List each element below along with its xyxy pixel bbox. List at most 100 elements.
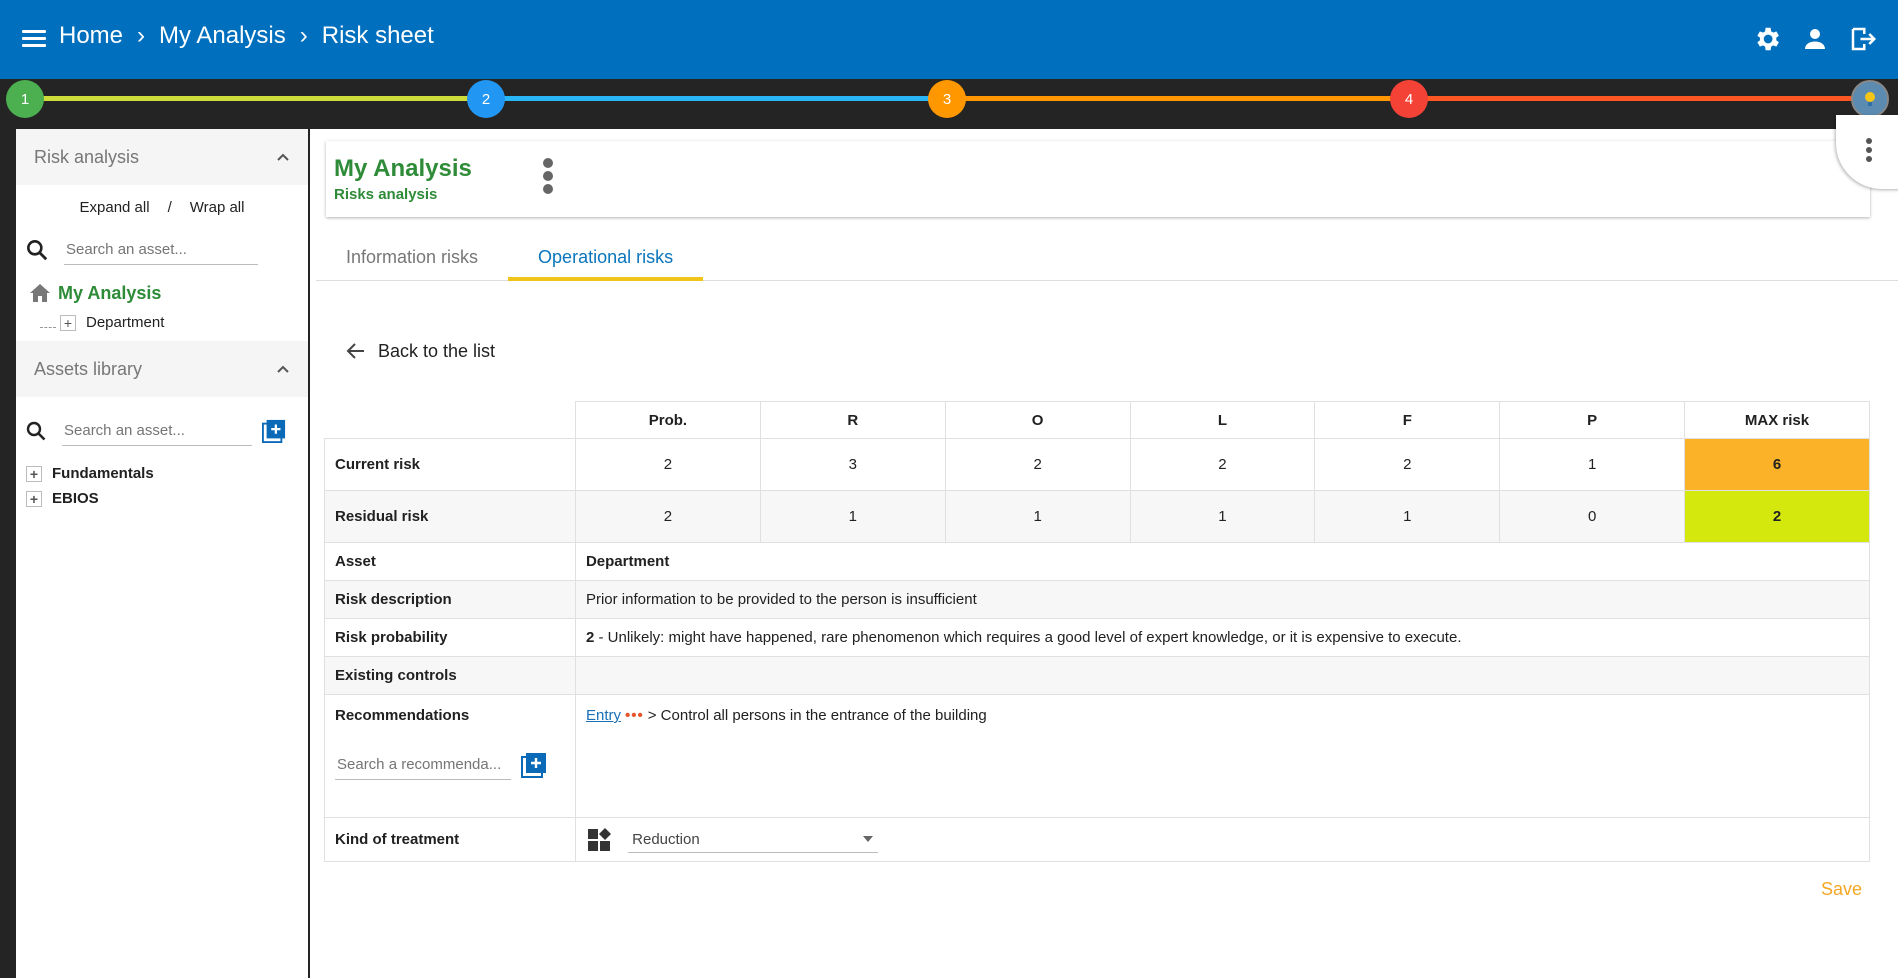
residual-o: 1 [944, 490, 1131, 543]
breadcrumb: Home › My Analysis › Risk sheet [59, 22, 434, 50]
kind-of-treatment-value: Reduction [574, 817, 1871, 862]
analysis-subtitle: Risks analysis [334, 186, 438, 203]
tab-operational-risks[interactable]: Operational risks [508, 225, 704, 281]
stepper-segment-3 [946, 96, 1408, 101]
treatment-selected-value: Reduction [632, 830, 700, 848]
treatment-select[interactable]: Reduction [628, 827, 879, 853]
step-1[interactable]: 1 [6, 80, 44, 118]
deliverable-step-icon[interactable] [1851, 80, 1889, 118]
gear-icon[interactable] [1752, 24, 1782, 54]
chevron-up-icon[interactable] [276, 150, 290, 164]
row-label: Current risk [324, 438, 576, 491]
header-r: R [759, 401, 946, 439]
recommendations-row: Recommendations Entry•••> Control all pe… [324, 694, 1871, 818]
library-search-input[interactable] [62, 416, 252, 446]
header-prob: Prob. [574, 401, 761, 439]
library-item-label: Fundamentals [52, 465, 154, 482]
top-app-bar: Home › My Analysis › Risk sheet [0, 0, 1898, 79]
header-p: P [1499, 401, 1686, 439]
risk-probability-value: 2 - Unlikely: might have happened, rare … [574, 618, 1871, 657]
more-horiz-icon[interactable]: ••• [625, 707, 644, 724]
risk-analysis-title: Risk analysis [34, 146, 140, 167]
stepper-segment-4 [1408, 96, 1870, 101]
breadcrumb-home[interactable]: Home [59, 22, 123, 50]
risk-tabs: Information risks Operational risks [316, 225, 1898, 281]
asset-search-input[interactable] [64, 235, 258, 265]
current-f: 2 [1314, 438, 1501, 491]
expand-plus-icon[interactable]: + [26, 490, 42, 507]
current-o: 2 [944, 438, 1131, 491]
residual-f: 1 [1314, 490, 1501, 543]
breadcrumb-my-analysis[interactable]: My Analysis [159, 22, 286, 50]
recommendations-value: Entry ••• > Control all persons in the ent… [574, 694, 1871, 818]
step-4[interactable]: 4 [1390, 80, 1428, 118]
asset-value: Department [574, 542, 1871, 581]
existing-controls-value[interactable] [574, 656, 1871, 695]
library-item-label: EBIOS [52, 490, 99, 507]
header-f: F [1314, 401, 1501, 439]
risk-probability-row: Risk probability 2 - Unlikely: might hav… [324, 618, 1871, 657]
asset-label: Asset [324, 542, 576, 581]
tab-information-risks[interactable]: Information risks [316, 225, 508, 281]
step-3[interactable]: 3 [928, 80, 966, 118]
save-button[interactable]: Save [1821, 879, 1862, 900]
chevron-up-icon[interactable] [276, 362, 290, 376]
existing-controls-row: Existing controls [324, 656, 1871, 695]
risk-description-value: Prior information to be provided to the … [574, 580, 1871, 619]
wrap-all-link[interactable]: Wrap all [190, 199, 245, 216]
risk-sheet-table: Prob. R O L F P MAX risk Current risk 2 … [324, 401, 1871, 862]
residual-risk-row: Residual risk 2 1 1 1 1 0 2 [324, 490, 1870, 543]
home-icon [30, 284, 50, 302]
step-2[interactable]: 2 [467, 80, 505, 118]
back-to-list-link[interactable]: Back to the list [344, 339, 495, 363]
kind-of-treatment-label: Kind of treatment [324, 817, 576, 862]
user-icon[interactable] [1800, 24, 1830, 54]
risk-probability-label: Risk probability [324, 618, 576, 657]
recommendation-search-input[interactable] [335, 750, 511, 780]
assets-library-title: Assets library [34, 358, 143, 379]
logout-icon[interactable] [1848, 24, 1878, 54]
current-prob: 2 [574, 438, 761, 491]
expand-all-link[interactable]: Expand all [80, 199, 150, 216]
residual-l: 1 [1129, 490, 1316, 543]
residual-r: 1 [759, 490, 946, 543]
sidebar: Risk analysis Expand all / Wrap all My A… [16, 129, 308, 978]
stepper-segment-1 [24, 96, 486, 101]
back-label: Back to the list [378, 340, 496, 361]
library-item-ebios[interactable]: + EBIOS [16, 486, 308, 511]
current-r: 3 [759, 438, 946, 491]
current-max-risk: 6 [1684, 438, 1870, 491]
residual-prob: 2 [574, 490, 761, 543]
search-icon [26, 421, 46, 441]
risk-description-row: Risk description Prior information to be… [324, 580, 1871, 619]
tree-connector [40, 318, 56, 328]
header-l: L [1129, 401, 1316, 439]
risk-analysis-header[interactable]: Risk analysis [16, 129, 308, 185]
menu-icon[interactable] [20, 26, 48, 50]
recommendations-label: Recommendations [335, 707, 470, 724]
add-recommendation-icon[interactable] [521, 752, 547, 778]
recommendation-text: > Control all persons in the entrance of… [647, 707, 987, 724]
current-risk-row: Current risk 2 3 2 2 2 1 6 [324, 438, 1870, 491]
tree-root[interactable]: My Analysis [16, 282, 308, 304]
header-o: O [944, 401, 1131, 439]
asset-row: Asset Department [324, 542, 1871, 581]
library-item-fundamentals[interactable]: + Fundamentals [16, 461, 308, 486]
current-l: 2 [1129, 438, 1316, 491]
add-asset-icon[interactable] [262, 418, 286, 444]
analysis-title: My Analysis [334, 155, 472, 182]
current-p: 1 [1499, 438, 1686, 491]
recommendation-link[interactable]: Entry [586, 707, 621, 724]
arrow-left-icon [346, 343, 364, 359]
expand-plus-icon[interactable]: + [26, 465, 42, 482]
probability-text: - Unlikely: might have happened, rare ph… [594, 629, 1462, 646]
header-max-risk: MAX risk [1684, 401, 1870, 439]
tree-item-department[interactable]: + Department [16, 314, 308, 331]
kind-of-treatment-row: Kind of treatment Reduction [324, 817, 1871, 862]
dropdown-arrow-icon [863, 836, 874, 842]
residual-p: 0 [1499, 490, 1686, 543]
more-vert-icon[interactable] [538, 155, 558, 201]
assets-library-header[interactable]: Assets library [16, 341, 308, 397]
expand-plus-icon[interactable]: + [60, 314, 76, 331]
risk-description-label: Risk description [324, 580, 576, 619]
